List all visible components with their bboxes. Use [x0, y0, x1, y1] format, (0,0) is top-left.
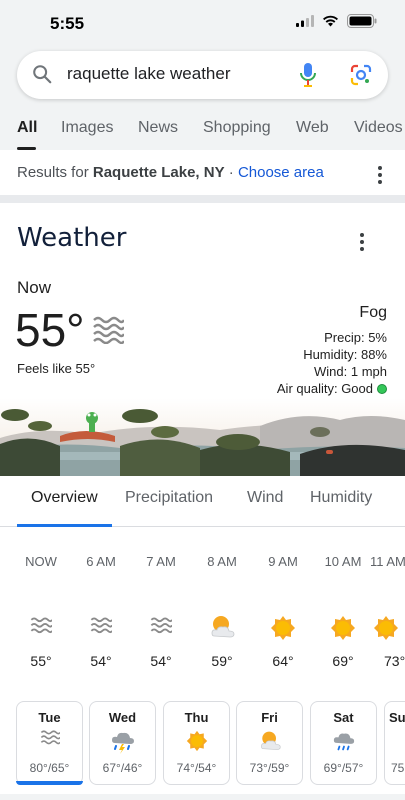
tab-news[interactable]: News: [138, 119, 178, 137]
day-name: Tue: [38, 710, 61, 725]
wind: Wind: 1 mph: [314, 364, 387, 379]
hour-time: 9 AM: [268, 554, 298, 569]
day-name: Sat: [333, 710, 354, 725]
day-name: Wed: [108, 710, 137, 725]
hour-temp: 59°: [211, 653, 233, 669]
weather-scene-illustration: [0, 398, 405, 476]
hour-temp: 69°: [332, 653, 354, 669]
battery-icon: [347, 14, 377, 28]
weather-card: Weather Now 55° Feels like 55° Fog Preci…: [0, 203, 405, 800]
weather-tab-wind[interactable]: Wind: [247, 489, 283, 507]
air-quality: Air quality: Good: [277, 381, 387, 396]
weather-tab-humidity[interactable]: Humidity: [310, 489, 372, 507]
humidity: Humidity: 88%: [303, 347, 387, 362]
day-temps: 74°/54°: [176, 761, 217, 775]
weather-more-options-icon[interactable]: [360, 233, 364, 254]
hour-temp: 54°: [90, 653, 112, 669]
tab-shopping[interactable]: Shopping: [203, 119, 271, 137]
day-card-thu[interactable]: Thu 74°/54°: [163, 701, 230, 785]
day-card-tue[interactable]: Tue 80°/65°: [16, 701, 83, 785]
section-divider: [0, 195, 405, 203]
tab-web[interactable]: Web: [296, 119, 329, 137]
status-icons: [296, 14, 377, 28]
weather-tab-precipitation[interactable]: Precipitation: [125, 489, 213, 507]
results-separator: ·: [224, 164, 238, 181]
bottom-edge: [0, 794, 405, 800]
day-card-sat[interactable]: Sat 69°/57°: [310, 701, 377, 785]
results-location-bar: Results for Raquette Lake, NY · Choose a…: [0, 150, 405, 195]
day-name: Sun: [389, 710, 405, 725]
current-temperature: 55°: [15, 304, 85, 356]
fog-icon: [17, 730, 82, 746]
search-input[interactable]: [67, 64, 287, 84]
sunny-icon: [373, 615, 405, 641]
search-header: All Images News Shopping Web Videos: [0, 46, 405, 150]
selected-day-indicator: [16, 781, 83, 785]
day-temps: 67°/46°: [102, 761, 143, 775]
partly-sunny-icon: [192, 615, 252, 639]
fog-icon: [131, 617, 191, 635]
google-lens-icon[interactable]: [349, 63, 373, 87]
day-temps: 69°/57°: [323, 761, 364, 775]
weather-tab-overview[interactable]: Overview: [31, 489, 98, 507]
condition: Fog: [359, 304, 387, 321]
hour-temp: 73°: [384, 653, 405, 669]
status-time: 5:55: [50, 14, 85, 33]
day-card-fri[interactable]: Fri 73°/59°: [236, 701, 303, 785]
hour-temp: 54°: [150, 653, 172, 669]
precip: Precip: 5%: [324, 330, 387, 345]
signal-icon: [296, 15, 314, 27]
day-name: Thu: [184, 710, 209, 725]
tab-images[interactable]: Images: [61, 119, 113, 137]
fog-icon: [93, 316, 124, 344]
fog-icon: [71, 617, 131, 635]
hour-time: NOW: [25, 554, 57, 569]
more-options-icon[interactable]: [378, 166, 382, 187]
rain-icon: [311, 730, 376, 754]
choose-area-link[interactable]: Choose area: [238, 164, 324, 181]
hour-time: 10 AM: [324, 554, 362, 569]
thunderstorm-icon: [90, 730, 155, 754]
weather-title: Weather: [17, 223, 127, 253]
day-card-sun[interactable]: Sun 75°: [384, 701, 405, 785]
partly-sunny-icon: [237, 730, 302, 752]
results-location: Raquette Lake, NY: [92, 164, 225, 181]
sunny-icon: [253, 615, 313, 641]
tab-all[interactable]: All: [17, 119, 37, 137]
day-name: Fri: [261, 710, 278, 725]
day-temps: 73°/59°: [249, 761, 290, 775]
weather-tabs: Overview Precipitation Wind Humidity: [0, 481, 405, 527]
search-icon: [33, 65, 52, 84]
hour-time: 11 AM: [370, 554, 405, 569]
wifi-icon: [323, 15, 338, 27]
fog-icon: [11, 617, 71, 635]
results-prefix: Results for: [17, 164, 89, 181]
status-bar: 5:55: [0, 0, 405, 46]
hour-temp: 64°: [272, 653, 294, 669]
hour-time: 8 AM: [207, 554, 237, 569]
sunny-icon: [313, 615, 373, 641]
day-temps: 80°/65°: [29, 761, 70, 775]
hour-time: 7 AM: [146, 554, 176, 569]
feels-like: Feels like 55°: [17, 361, 96, 376]
day-temps: 75°: [391, 761, 405, 775]
hour-time: 6 AM: [86, 554, 116, 569]
tab-videos[interactable]: Videos: [354, 119, 403, 137]
now-label: Now: [17, 278, 52, 297]
results-location-text: Results for Raquette Lake, NY · Choose a…: [17, 164, 324, 181]
day-card-wed[interactable]: Wed 67°/46°: [89, 701, 156, 785]
air-quality-text: Air quality: Good: [276, 381, 373, 396]
sunny-icon: [164, 730, 229, 752]
hour-temp: 55°: [30, 653, 52, 669]
weather-tab-indicator: [17, 524, 112, 527]
search-tabs: All Images News Shopping Web Videos: [0, 116, 405, 150]
search-bar[interactable]: [17, 51, 388, 99]
microphone-icon[interactable]: [299, 62, 317, 88]
air-quality-dot-icon: [377, 384, 387, 394]
